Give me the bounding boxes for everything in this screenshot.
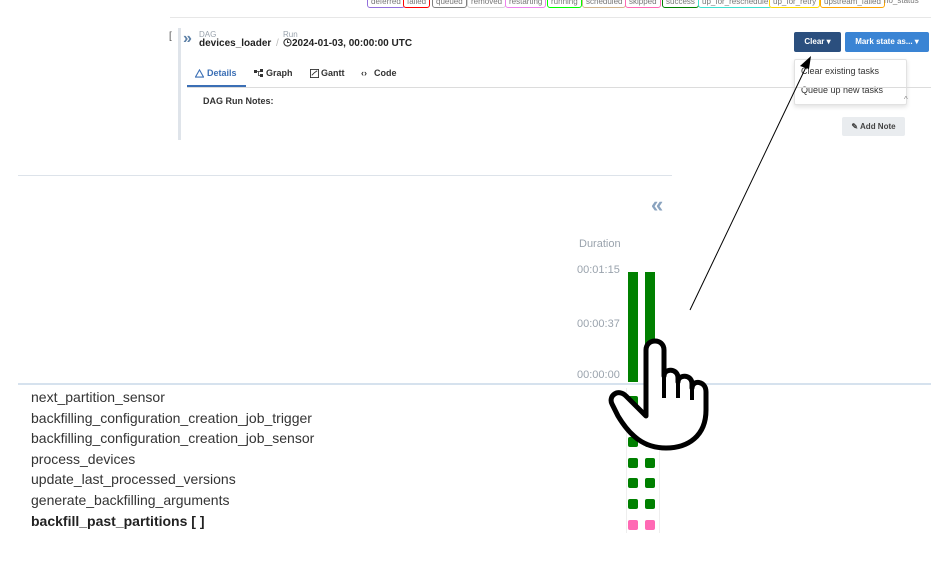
annotation-arrow [689, 56, 811, 311]
hand-pointer-cursor-icon [608, 338, 709, 451]
